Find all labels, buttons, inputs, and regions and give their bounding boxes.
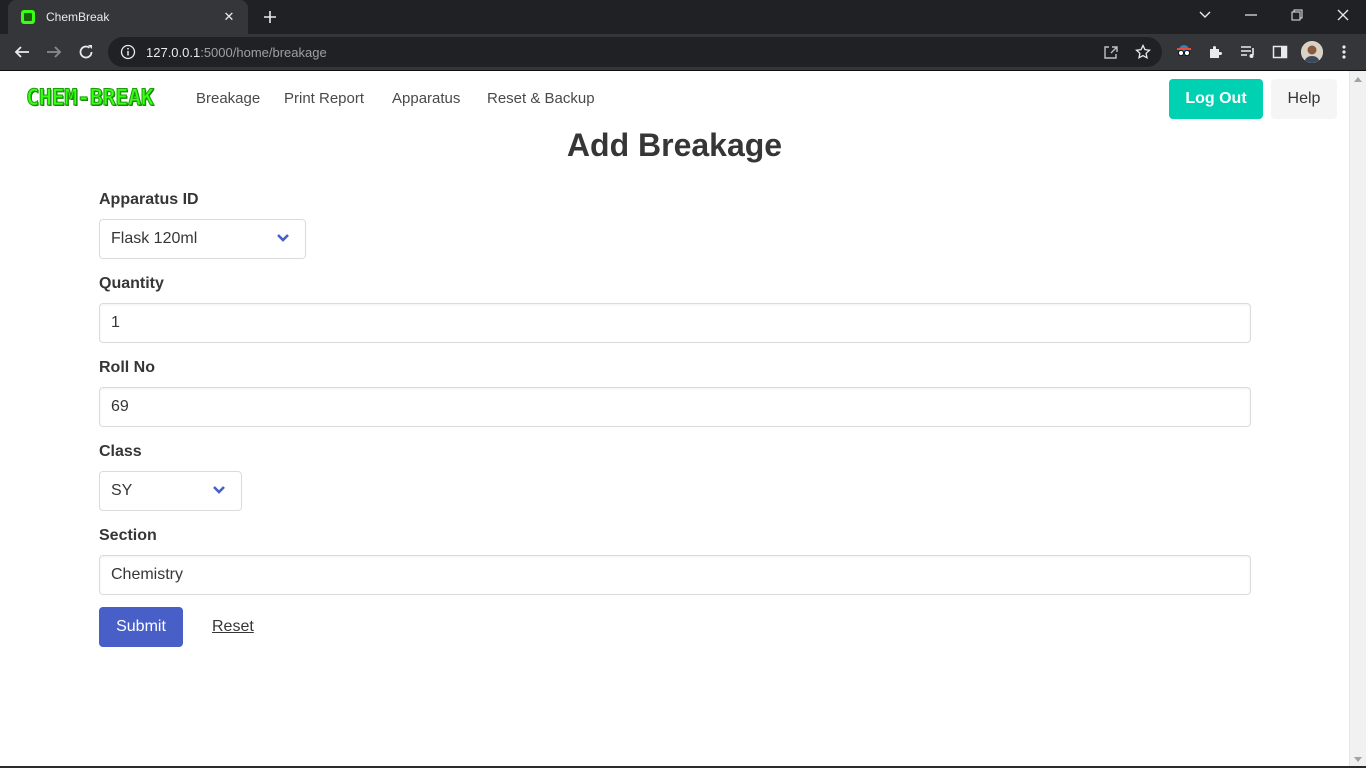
class-value: SY: [111, 482, 133, 499]
new-tab-icon[interactable]: [258, 5, 282, 29]
browser-tab[interactable]: ChemBreak ✕: [8, 0, 248, 34]
scroll-up-icon[interactable]: [1354, 77, 1362, 82]
chembreak-favicon-icon: [21, 10, 35, 24]
page-scrollbar[interactable]: [1349, 71, 1366, 768]
section-value: Chemistry: [111, 566, 184, 583]
extension-incognito-icon[interactable]: [1174, 42, 1194, 62]
site-navbar: CHEM-BREAK Breakage Print Report Apparat…: [0, 71, 1349, 127]
site-logo[interactable]: CHEM-BREAK: [25, 86, 154, 112]
url-text: 127.0.0.1:5000/home/breakage: [146, 44, 327, 60]
apparatus-id-label: Apparatus ID: [99, 191, 199, 208]
bookmark-star-icon[interactable]: [1134, 43, 1152, 61]
tab-close-icon[interactable]: ✕: [220, 8, 238, 26]
share-icon[interactable]: [1102, 43, 1120, 61]
tab-search-icon[interactable]: [1182, 0, 1228, 30]
media-queue-icon[interactable]: [1238, 42, 1258, 62]
apparatus-id-select[interactable]: Flask 120ml: [99, 219, 306, 259]
nav-link-breakage[interactable]: Breakage: [196, 90, 260, 107]
browser-toolbar: 127.0.0.1:5000/home/breakage: [0, 34, 1366, 70]
roll-no-input[interactable]: 69: [99, 387, 1251, 427]
reset-link[interactable]: Reset: [212, 618, 254, 636]
quantity-input[interactable]: 1: [99, 303, 1251, 343]
scroll-down-icon[interactable]: [1354, 757, 1362, 762]
submit-button[interactable]: Submit: [99, 607, 183, 647]
back-icon[interactable]: [9, 39, 35, 65]
logout-button[interactable]: Log Out: [1169, 79, 1263, 119]
roll-no-value: 69: [111, 398, 129, 415]
info-icon[interactable]: [120, 44, 136, 60]
close-window-icon[interactable]: [1320, 0, 1366, 30]
page-title: Add Breakage: [566, 127, 783, 163]
tab-title: ChemBreak: [46, 10, 110, 24]
section-input[interactable]: Chemistry: [99, 555, 1251, 595]
quantity-value: 1: [111, 314, 120, 331]
side-panel-icon[interactable]: [1270, 42, 1290, 62]
restore-icon[interactable]: [1274, 0, 1320, 30]
nav-link-apparatus[interactable]: Apparatus: [392, 90, 460, 107]
chevron-down-icon: [213, 486, 225, 494]
apparatus-id-value: Flask 120ml: [111, 230, 198, 247]
class-select[interactable]: SY: [99, 471, 242, 511]
forward-icon[interactable]: [41, 39, 67, 65]
browser-menu-icon[interactable]: [1334, 42, 1354, 62]
profile-avatar[interactable]: [1301, 41, 1323, 63]
page-viewport: CHEM-BREAK Breakage Print Report Apparat…: [0, 71, 1366, 768]
reload-icon[interactable]: [73, 39, 99, 65]
extensions-puzzle-icon[interactable]: [1206, 42, 1226, 62]
quantity-label: Quantity: [99, 275, 164, 292]
chevron-down-icon: [277, 234, 289, 242]
address-bar[interactable]: 127.0.0.1:5000/home/breakage: [108, 37, 1162, 67]
roll-no-label: Roll No: [99, 359, 155, 376]
help-button[interactable]: Help: [1271, 79, 1337, 119]
browser-tab-strip: ChemBreak ✕: [0, 0, 1366, 34]
nav-link-print-report[interactable]: Print Report: [284, 90, 364, 107]
section-label: Section: [99, 527, 157, 544]
class-label: Class: [99, 443, 142, 460]
minimize-icon[interactable]: [1228, 0, 1274, 30]
nav-link-reset-backup[interactable]: Reset & Backup: [487, 90, 595, 107]
